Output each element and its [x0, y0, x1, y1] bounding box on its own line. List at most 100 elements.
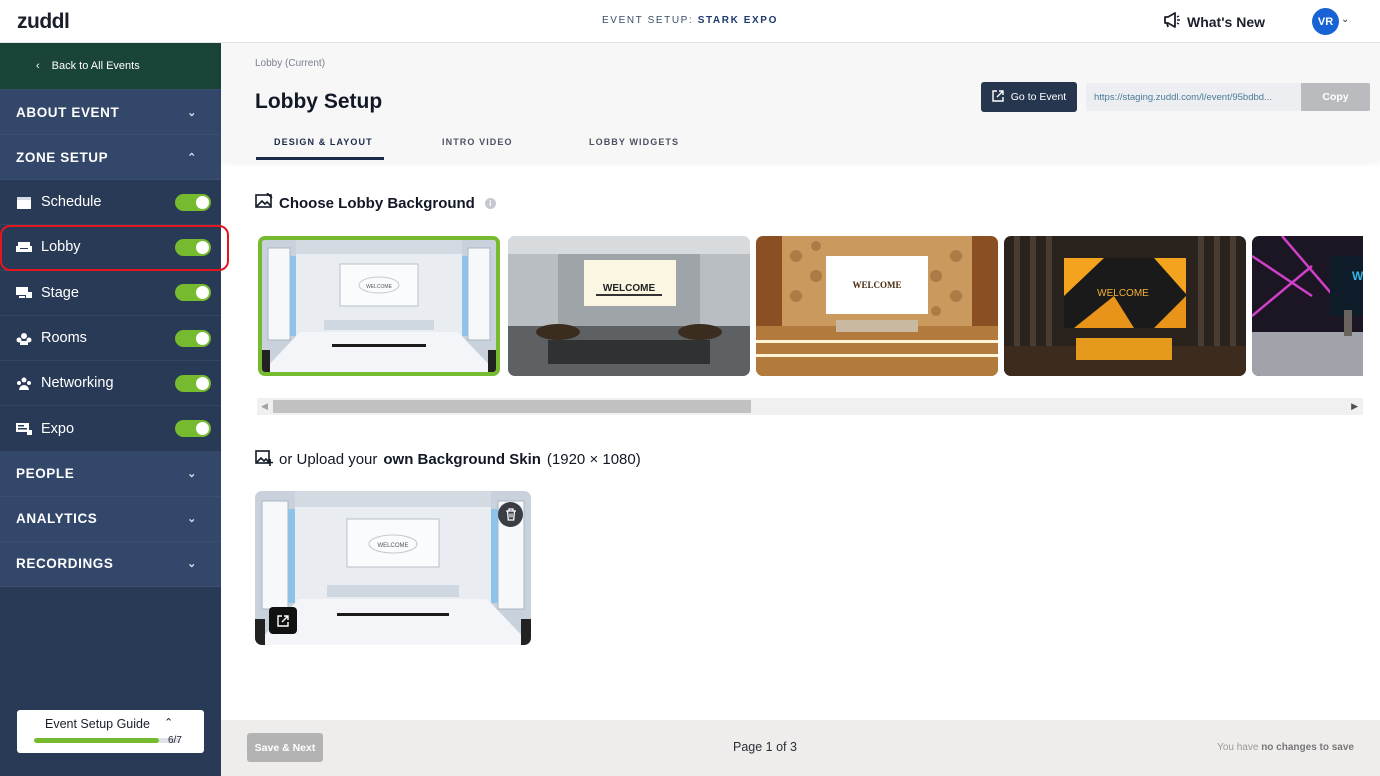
calendar-icon [16, 195, 32, 209]
carousel-scrollbar[interactable]: ◀ ▶ [257, 398, 1363, 415]
zone-toggle[interactable] [175, 374, 211, 392]
chevron-up-icon[interactable]: ⌃ [164, 716, 173, 729]
upload-suffix: (1920 × 1080) [546, 451, 641, 468]
section-zone-setup[interactable]: ZONE SETUP ⌃ [0, 135, 221, 180]
booth-icon [16, 422, 32, 436]
page-indicator: Page 1 of 3 [733, 740, 797, 754]
chevron-down-icon: ⌄ [187, 468, 197, 481]
whats-new-button[interactable]: What's New [1163, 12, 1265, 31]
tab-design-layout[interactable]: DESIGN & LAYOUT [274, 137, 373, 147]
lobby-highlight-annotation [0, 225, 229, 271]
back-label: Back to All Events [51, 60, 140, 72]
scrollbar-thumb[interactable] [273, 400, 751, 413]
upload-bold: own Background Skin [383, 451, 541, 468]
background-thumb-5[interactable]: WE [1252, 236, 1363, 376]
save-status-prefix: You have [1217, 742, 1259, 753]
uploaded-background[interactable]: WELCOME [255, 491, 531, 645]
page-title: Lobby Setup [255, 90, 383, 113]
choose-background-heading: Choose Lobby Background i [255, 192, 496, 213]
sidebar-item-rooms[interactable]: Rooms [0, 316, 221, 362]
scroll-right-icon[interactable]: ▶ [1351, 401, 1358, 412]
active-tab-indicator [256, 157, 384, 160]
go-to-event-button[interactable]: Go to Event [981, 82, 1077, 112]
section-label: RECORDINGS [16, 556, 114, 572]
section-analytics[interactable]: ANALYTICS ⌄ [0, 496, 221, 542]
section-label: PEOPLE [16, 466, 75, 482]
chevron-down-icon: ⌄ [187, 513, 197, 526]
chevron-left-icon: ‹ [36, 60, 40, 72]
info-icon[interactable]: i [484, 197, 496, 209]
sidebar-item-schedule[interactable]: Schedule [0, 180, 221, 226]
sidebar-item-label: Expo [41, 420, 75, 437]
open-external-icon[interactable] [269, 607, 297, 634]
main-content: Lobby (Current) Lobby Setup Go to Event … [221, 43, 1380, 776]
section-people[interactable]: PEOPLE ⌄ [0, 451, 221, 497]
stage-icon [16, 286, 32, 300]
tab-lobby-widgets[interactable]: LOBBY WIDGETS [589, 137, 679, 147]
top-bar: zuddl EVENT SETUP: STARK EXPO What's New… [0, 0, 1380, 43]
zone-toggle[interactable] [175, 193, 211, 211]
back-to-events-link[interactable]: ‹ Back to All Events [0, 43, 221, 90]
breadcrumb: Lobby (Current) [255, 58, 326, 69]
guide-progress-count: 6/7 [168, 735, 182, 746]
zone-toggle[interactable] [175, 420, 211, 438]
sidebar-item-stage[interactable]: Stage [0, 271, 221, 316]
upload-prefix: or Upload your [279, 451, 378, 468]
chevron-down-icon: ⌄ [187, 558, 197, 571]
sidebar-item-label: Rooms [41, 330, 87, 347]
megaphone-icon [1163, 12, 1181, 31]
save-next-button[interactable]: Save & Next [247, 733, 323, 762]
guide-progress-fill [34, 738, 160, 743]
section-label: ANALYTICS [16, 511, 98, 527]
tab-intro-video[interactable]: INTRO VIDEO [442, 137, 513, 147]
footer-bar: Save & Next Page 1 of 3 You have no chan… [221, 720, 1380, 776]
sidebar-item-label: Networking [41, 375, 114, 392]
event-setup-label: EVENT SETUP: [602, 15, 694, 26]
page-header: Lobby (Current) Lobby Setup Go to Event … [221, 43, 1380, 161]
chevron-up-icon: ⌃ [187, 151, 197, 164]
choose-background-label: Choose Lobby Background [279, 194, 475, 212]
section-label: ZONE SETUP [16, 149, 109, 165]
image-add-icon [255, 449, 274, 470]
whats-new-label: What's New [1187, 13, 1266, 30]
user-avatar[interactable]: VR [1312, 8, 1339, 35]
save-status-bold: no changes to save [1261, 742, 1354, 753]
copy-url-button[interactable]: Copy [1301, 83, 1370, 111]
scroll-left-icon[interactable]: ◀ [261, 401, 268, 412]
people-icon [16, 376, 32, 390]
sidebar-item-label: Stage [41, 284, 79, 301]
upload-heading: or Upload your own Background Skin (1920… [255, 449, 641, 470]
guide-progress-bar [34, 738, 180, 743]
thumb-4-text: WELCOME [1097, 288, 1149, 299]
zone-list: Schedule Lobby Stage Rooms Networking Expo [0, 180, 221, 452]
thumb-1-text: WELCOME [366, 284, 393, 290]
section-label: ABOUT EVENT [16, 104, 120, 120]
go-to-event-label: Go to Event [1010, 91, 1067, 103]
rooms-icon [16, 331, 32, 345]
background-carousel: WELCOME WELCOME WELCOME WELCOME W [258, 236, 1363, 377]
sidebar: ‹ Back to All Events ABOUT EVENT ⌄ ZONE … [0, 43, 221, 776]
zone-toggle[interactable] [175, 284, 211, 302]
sidebar-item-networking[interactable]: Networking [0, 361, 221, 407]
background-thumb-1[interactable]: WELCOME [258, 236, 500, 376]
section-recordings[interactable]: RECORDINGS ⌄ [0, 541, 221, 587]
save-status: You have no changes to save [1217, 742, 1354, 753]
setup-guide-widget[interactable]: Event Setup Guide ⌃ 6/7 [17, 710, 204, 753]
background-thumb-3[interactable]: WELCOME [756, 236, 998, 376]
thumb-2-text: WELCOME [603, 283, 656, 294]
background-thumb-2[interactable]: WELCOME [508, 236, 750, 376]
background-thumb-4[interactable]: WELCOME [1004, 236, 1246, 376]
section-about-event[interactable]: ABOUT EVENT ⌄ [0, 90, 221, 135]
image-edit-icon [255, 192, 273, 213]
chevron-down-icon: ⌄ [187, 106, 197, 119]
chevron-down-icon[interactable]: ⌄ [1341, 14, 1349, 25]
thumb-3-text: WELCOME [852, 280, 901, 290]
guide-title: Event Setup Guide [45, 717, 150, 731]
zone-toggle[interactable] [175, 329, 211, 347]
external-link-icon [992, 89, 1004, 105]
sidebar-item-expo[interactable]: Expo [0, 406, 221, 452]
event-url-field[interactable]: https://staging.zuddl.com/l/event/95bdbd… [1086, 83, 1301, 111]
uploaded-thumb-text: WELCOME [377, 543, 408, 549]
thumb-5-text: WE [1352, 269, 1363, 283]
trash-icon[interactable] [498, 502, 523, 527]
